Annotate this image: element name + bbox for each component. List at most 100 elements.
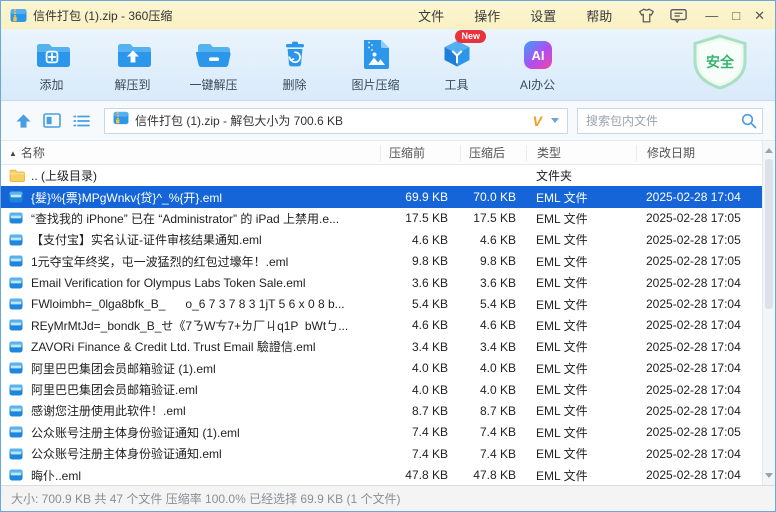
table-row[interactable]: 晦仆..eml47.8 KB47.8 KBEML 文件2025-02-28 17…: [1, 464, 762, 485]
toolbar-tools[interactable]: 工具New: [416, 37, 497, 93]
column-header-date[interactable]: 修改日期: [636, 145, 762, 161]
toolbar: 添加解压到一键解压删除图片压缩工具New AI AI办公 安全: [1, 29, 775, 101]
file-name: Email Verification for Olympus Labs Toke…: [31, 276, 306, 290]
search-icon[interactable]: [741, 113, 757, 134]
table-row[interactable]: 公众账号注册主体身份验证通知.eml7.4 KB7.4 KBEML 文件2025…: [1, 443, 762, 464]
cell-size-after: 47.8 KB: [460, 468, 526, 482]
file-name: FWloimbh=_0lga8bfk_B_ o_6 7 3 7 8 3 1jT …: [31, 297, 345, 311]
menu-item[interactable]: 设置: [530, 6, 556, 25]
cell-size-before: 9.8 KB: [380, 254, 460, 268]
sort-ascending-icon: ▲: [9, 149, 17, 158]
cell-name: FWloimbh=_0lga8bfk_B_ o_6 7 3 7 8 3 1jT …: [1, 297, 380, 311]
table-row[interactable]: “查找我的 iPhone” 已在 “Administrator” 的 iPad …: [1, 208, 762, 229]
eml-file-icon: [9, 211, 25, 225]
cell-type: 文件夹: [526, 167, 636, 184]
skin-icon[interactable]: [638, 8, 655, 23]
cell-date: 2025-02-28 17:04: [636, 468, 762, 482]
extract-to-icon: [92, 37, 173, 73]
image-compress-icon: [335, 37, 416, 73]
toolbar-one-click-extract[interactable]: 一键解压: [173, 37, 254, 93]
search-box: [577, 108, 763, 134]
archive-path-bar[interactable]: 信件打包 (1).zip - 解包大小为 700.6 KB V: [104, 108, 568, 134]
column-header-name[interactable]: ▲名称: [1, 145, 380, 161]
path-zip-icon: [113, 111, 129, 130]
table-row[interactable]: 1元夺宝年终奖，屯一波猛烈的红包过壕年！.eml9.8 KB9.8 KBEML …: [1, 251, 762, 272]
table-row[interactable]: .. (上级目录)文件夹: [1, 165, 762, 186]
file-name: 感谢您注册使用此软件！.eml: [31, 402, 186, 419]
cell-size-after: 3.4 KB: [460, 340, 526, 354]
file-name: {髮}%{票}MPgWnkv{贷}^_%{开}.eml: [31, 189, 222, 206]
cell-type: EML 文件: [526, 317, 636, 334]
scroll-up-icon[interactable]: [763, 143, 775, 158]
table-row[interactable]: FWloimbh=_0lga8bfk_B_ o_6 7 3 7 8 3 1jT …: [1, 293, 762, 314]
svg-text:AI: AI: [531, 48, 544, 63]
preview-pane-icon[interactable]: [42, 112, 62, 130]
toolbar-label: 删除: [254, 76, 335, 93]
toolbar-add[interactable]: 添加: [11, 37, 92, 93]
security-shield[interactable]: 安全: [691, 34, 749, 95]
eml-file-icon: [9, 190, 25, 204]
cell-size-before: 17.5 KB: [380, 211, 460, 225]
maximize-button[interactable]: □: [732, 9, 740, 22]
vertical-scrollbar[interactable]: [762, 141, 775, 485]
cell-size-before: 7.4 KB: [380, 447, 460, 461]
cell-name: 阿里巴巴集团会员邮箱验证.eml: [1, 381, 380, 398]
file-name: 阿里巴巴集团会员邮箱验证 (1).eml: [31, 360, 216, 377]
table-row[interactable]: REyMrMtJd=_bondk_B_せ《7ㄋWㄘ7+ㄌ厂ㄐq1P bWtㄅ..…: [1, 315, 762, 336]
cell-size-after: 4.0 KB: [460, 383, 526, 397]
table-row[interactable]: Email Verification for Olympus Labs Toke…: [1, 272, 762, 293]
column-header-type[interactable]: 类型: [526, 145, 636, 161]
table-row[interactable]: 【支付宝】实名认证-证件审核结果通知.eml4.6 KB4.6 KBEML 文件…: [1, 229, 762, 250]
feedback-icon[interactable]: [670, 8, 687, 23]
cell-date: 2025-02-28 17:04: [636, 404, 762, 418]
cell-type: EML 文件: [526, 445, 636, 462]
file-name: 1元夺宝年终奖，屯一波猛烈的红包过壕年！.eml: [31, 253, 288, 270]
toolbar-extract-to[interactable]: 解压到: [92, 37, 173, 93]
path-dropdown-caret[interactable]: [551, 118, 559, 123]
close-button[interactable]: ✕: [754, 9, 765, 22]
toolbar-delete[interactable]: 删除: [254, 37, 335, 93]
menu-item[interactable]: 帮助: [586, 6, 612, 25]
table-row[interactable]: 感谢您注册使用此软件！.eml8.7 KB8.7 KBEML 文件2025-02…: [1, 400, 762, 421]
table-row[interactable]: ZAVORi Finance & Credit Ltd. Trust Email…: [1, 336, 762, 357]
toolbar-image-compress[interactable]: 图片压缩: [335, 37, 416, 93]
list-view-icon[interactable]: [71, 112, 91, 130]
column-header-size-before[interactable]: 压缩前: [380, 145, 460, 161]
table-row[interactable]: {髮}%{票}MPgWnkv{贷}^_%{开}.eml69.9 KB70.0 K…: [1, 186, 762, 207]
eml-file-icon: [9, 233, 25, 247]
toolbar-label: 一键解压: [173, 76, 254, 93]
minimize-button[interactable]: —: [705, 9, 718, 22]
menu-item[interactable]: 操作: [474, 6, 500, 25]
cell-size-before: 4.0 KB: [380, 383, 460, 397]
cell-size-before: 4.6 KB: [380, 233, 460, 247]
search-input[interactable]: [577, 108, 763, 134]
cell-date: 2025-02-28 17:04: [636, 297, 762, 311]
table-row[interactable]: 公众账号注册主体身份验证通知 (1).eml7.4 KB7.4 KBEML 文件…: [1, 422, 762, 443]
status-bar: 大小: 700.9 KB 共 47 个文件 压缩率 100.0% 已经选择 69…: [1, 485, 775, 511]
shield-label: 安全: [706, 54, 735, 70]
table-row[interactable]: 阿里巴巴集团会员邮箱验证 (1).eml4.0 KB4.0 KBEML 文件20…: [1, 358, 762, 379]
scroll-down-icon[interactable]: [763, 468, 775, 483]
file-name: 【支付宝】实名认证-证件审核结果通知.eml: [31, 231, 262, 248]
folder-icon: [9, 169, 25, 183]
cell-type: EML 文件: [526, 424, 636, 441]
column-header-size-after[interactable]: 压缩后: [460, 145, 526, 161]
cell-type: EML 文件: [526, 210, 636, 227]
file-table: ▲名称 压缩前 压缩后 类型 修改日期 .. (上级目录)文件夹{髮}%{票}M…: [1, 141, 775, 485]
cell-type: EML 文件: [526, 231, 636, 248]
toolbar-label: 图片压缩: [335, 76, 416, 93]
table-row[interactable]: 阿里巴巴集团会员邮箱验证.eml4.0 KB4.0 KBEML 文件2025-0…: [1, 379, 762, 400]
eml-file-icon: [9, 468, 25, 482]
file-name: REyMrMtJd=_bondk_B_せ《7ㄋWㄘ7+ㄌ厂ㄐq1P bWtㄅ..…: [31, 317, 348, 334]
menu-item[interactable]: 文件: [418, 6, 444, 25]
eml-file-icon: [9, 404, 25, 418]
toolbar-ai-office[interactable]: AI AI办公: [497, 37, 578, 93]
cell-size-after: 4.0 KB: [460, 361, 526, 375]
cell-date: 2025-02-28 17:04: [636, 318, 762, 332]
scrollbar-thumb[interactable]: [765, 159, 773, 309]
cell-name: {髮}%{票}MPgWnkv{贷}^_%{开}.eml: [1, 189, 380, 206]
up-level-icon[interactable]: [13, 112, 33, 130]
file-name: 阿里巴巴集团会员邮箱验证.eml: [31, 381, 198, 398]
cell-type: EML 文件: [526, 296, 636, 313]
toolbar-label: AI办公: [497, 76, 578, 93]
